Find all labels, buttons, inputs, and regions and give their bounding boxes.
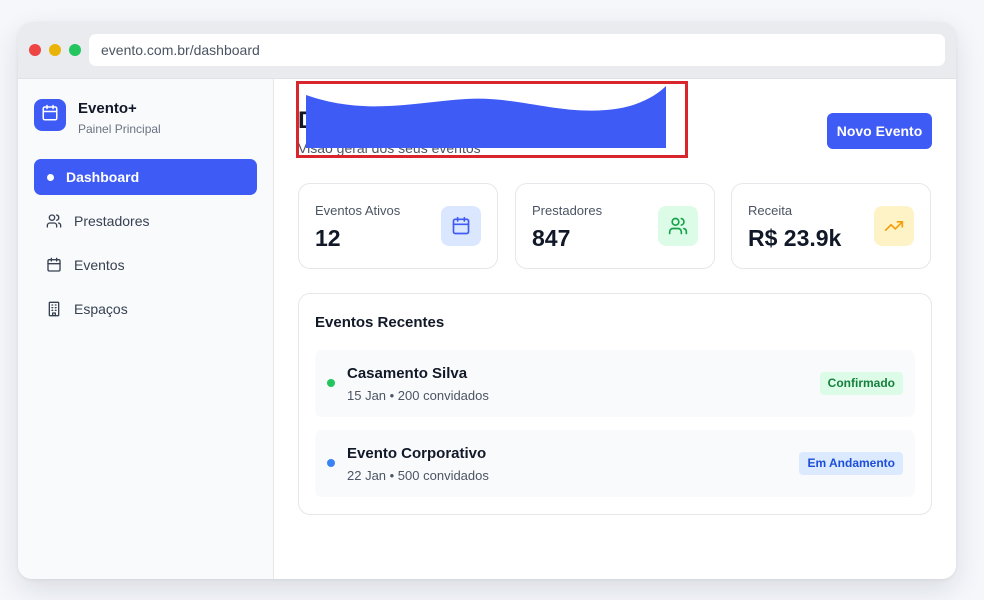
stat-value: R$ 23.9k (748, 225, 842, 251)
sidebar-item-label: Dashboard (66, 169, 140, 185)
sidebar-item-eventos[interactable]: Eventos (34, 247, 257, 283)
building-icon (46, 301, 62, 317)
stat-label: Eventos Ativos (315, 203, 401, 218)
brand-name: Evento+ (78, 100, 137, 117)
sidebar-item-dashboard[interactable]: Dashboard (34, 159, 257, 195)
main-content: D Visão geral dos seus eventos Novo Even… (274, 79, 956, 579)
recent-events-title: Eventos Recentes (315, 314, 445, 331)
redaction-wave-shape (306, 86, 666, 148)
event-meta: 22 Jan • 500 convidados (347, 468, 489, 483)
trending-up-icon (874, 206, 914, 246)
sidebar-item-prestadores[interactable]: Prestadores (34, 203, 257, 239)
brand-subtitle: Painel Principal (78, 122, 161, 136)
address-bar[interactable]: evento.com.br/dashboard (89, 34, 945, 66)
users-icon (658, 206, 698, 246)
stat-value: 847 (532, 225, 571, 251)
event-row[interactable]: Evento Corporativo 22 Jan • 500 convidad… (315, 430, 915, 497)
stat-card-receita: Receita R$ 23.9k (731, 183, 931, 269)
browser-window: evento.com.br/dashboard Evento+ Painel P… (18, 22, 956, 579)
stat-label: Receita (748, 203, 793, 218)
stat-value: 12 (315, 225, 341, 251)
status-dot-icon (327, 379, 335, 387)
new-event-button[interactable]: Novo Evento (827, 113, 932, 149)
event-name: Casamento Silva (347, 365, 468, 382)
brand-logo (34, 99, 66, 131)
close-window-button[interactable] (29, 44, 41, 56)
sidebar-item-espacos[interactable]: Espaços (34, 291, 257, 327)
sidebar-item-label: Eventos (74, 257, 125, 273)
event-meta: 15 Jan • 200 convidados (347, 388, 489, 403)
stat-label: Prestadores (532, 203, 603, 218)
users-icon (46, 213, 62, 229)
status-badge: Em Andamento (799, 452, 903, 475)
redaction-highlight (296, 81, 688, 158)
status-dot-icon (327, 459, 335, 467)
sidebar: Evento+ Painel Principal Dashboard Prest… (18, 79, 274, 579)
status-badge: Confirmado (819, 372, 903, 395)
maximize-window-button[interactable] (69, 44, 81, 56)
recent-events-panel: Eventos Recentes Casamento Silva 15 Jan … (298, 293, 932, 515)
minimize-window-button[interactable] (49, 44, 61, 56)
stat-card-prestadores: Prestadores 847 (515, 183, 715, 269)
active-bullet-icon (47, 173, 54, 181)
sidebar-item-label: Prestadores (74, 213, 150, 229)
event-name: Evento Corporativo (347, 445, 487, 462)
stat-card-eventos-ativos: Eventos Ativos 12 (298, 183, 498, 269)
calendar-icon (46, 257, 62, 273)
calendar-icon (441, 206, 481, 246)
browser-titlebar: evento.com.br/dashboard (18, 22, 956, 79)
sidebar-item-label: Espaços (74, 301, 128, 317)
event-row[interactable]: Casamento Silva 15 Jan • 200 convidados … (315, 350, 915, 417)
calendar-icon (41, 104, 59, 127)
